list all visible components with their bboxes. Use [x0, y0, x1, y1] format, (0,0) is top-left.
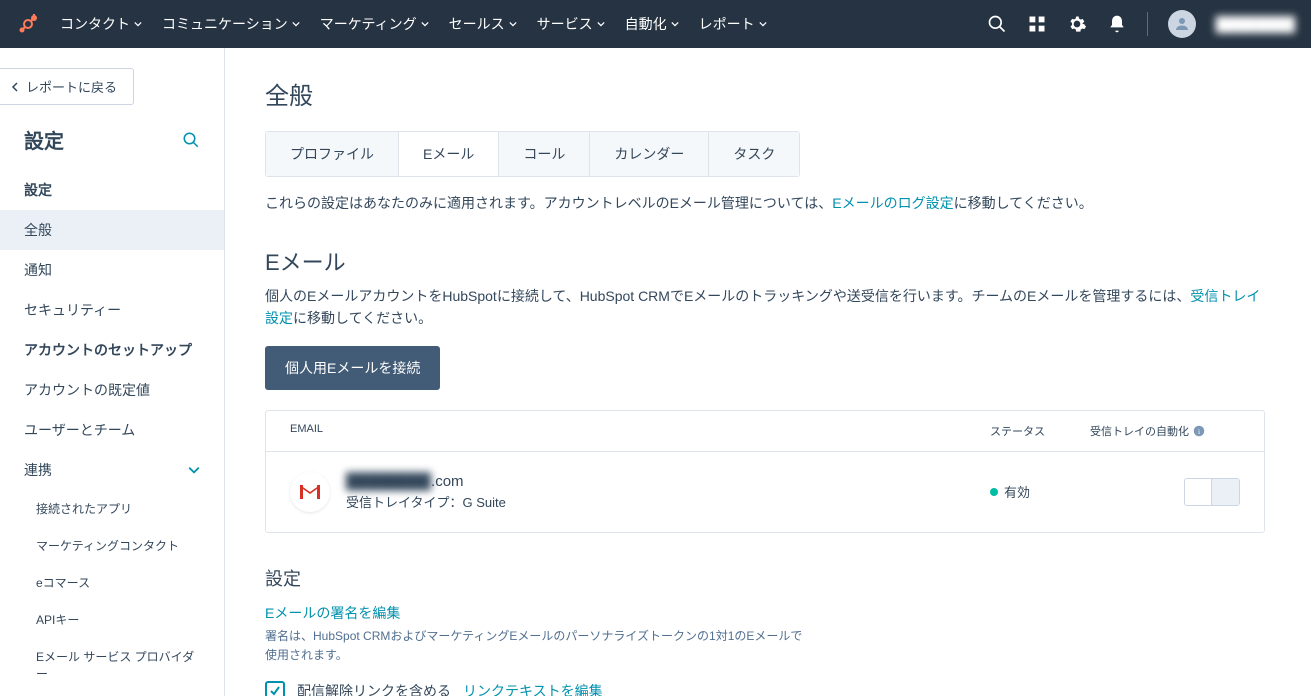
settings-subsection-title: 設定 — [265, 565, 1265, 591]
sidebar-section-settings: 設定 — [0, 170, 224, 210]
sidebar-sub-marketing-contacts[interactable]: マーケティングコンタクト — [0, 527, 224, 564]
check-icon — [269, 685, 281, 696]
sidebar-section-account-setup: アカウントのセットアップ — [0, 330, 224, 370]
email-section-description: 個人のEメールアカウントをHubSpotに接続して、HubSpot CRMでEメ… — [265, 285, 1265, 330]
sidebar-title: 設定 — [24, 125, 64, 154]
chevron-down-icon — [188, 464, 200, 476]
notifications-bell-icon[interactable] — [1107, 14, 1127, 34]
email-address: ████████.com — [346, 473, 990, 490]
sidebar-item-general[interactable]: 全般 — [0, 210, 224, 250]
top-navigation: コンタクト コミュニケーション マーケティング セールス サービス 自動化 レポ… — [0, 0, 1311, 48]
status-cell: 有効 — [990, 482, 1090, 501]
unsubscribe-link-label: 配信解除リンクを含める — [297, 681, 451, 696]
signature-description: 署名は、HubSpot CRMおよびマーケティングEメールのパーソナライズトーク… — [265, 627, 805, 665]
nav-sales[interactable]: セールス — [449, 14, 517, 34]
email-section-title: Eメール — [265, 245, 1265, 277]
nav-reports[interactable]: レポート — [699, 14, 767, 34]
nav-marketing[interactable]: マーケティング — [320, 14, 429, 34]
main-content: 全般 プロファイル Eメール コール カレンダー タスク これらの設定はあなたの… — [225, 48, 1305, 696]
nav-automation[interactable]: 自動化 — [625, 14, 679, 34]
th-status: ステータス — [990, 423, 1090, 439]
search-icon[interactable] — [987, 14, 1007, 34]
email-accounts-table: EMAIL ステータス 受信トレイの自動化 i ████████.com 受信ト… — [265, 410, 1265, 533]
sidebar-item-marketplace-downloads[interactable]: マーケットプレイスでのダウンロード — [0, 692, 224, 696]
sidebar: レポートに戻る 設定 設定 全般 通知 セキュリティー アカウントのセットアップ… — [0, 48, 225, 696]
tab-tasks[interactable]: タスク — [709, 132, 799, 176]
nav-right: ████████ — [987, 10, 1295, 38]
connect-personal-email-button[interactable]: 個人用Eメールを接続 — [265, 346, 440, 390]
page-title: 全般 — [265, 76, 1265, 111]
email-account-row: ████████.com 受信トレイタイプ：G Suite 有効 — [266, 452, 1264, 532]
email-log-settings-link[interactable]: Eメールのログ設定 — [832, 195, 953, 211]
tab-calendar[interactable]: カレンダー — [590, 132, 709, 176]
settings-gear-icon[interactable] — [1067, 14, 1087, 34]
tab-profile[interactable]: プロファイル — [266, 132, 399, 176]
tab-email[interactable]: Eメール — [399, 132, 499, 176]
marketplace-icon[interactable] — [1027, 14, 1047, 34]
tab-description: これらの設定はあなたのみに適用されます。アカウントレベルのEメール管理については… — [265, 193, 1265, 213]
sidebar-sub-api-key[interactable]: APIキー — [0, 601, 224, 638]
th-email: EMAIL — [290, 423, 990, 439]
hubspot-logo-icon[interactable] — [16, 12, 40, 36]
nav-menu: コンタクト コミュニケーション マーケティング セールス サービス 自動化 レポ… — [60, 14, 987, 34]
user-avatar[interactable] — [1168, 10, 1196, 38]
inbox-type: 受信トレイタイプ：G Suite — [346, 492, 990, 511]
gmail-icon — [290, 472, 330, 512]
svg-text:i: i — [1198, 427, 1200, 436]
th-inbox-automation: 受信トレイの自動化 i — [1090, 423, 1240, 439]
sidebar-sub-email-provider[interactable]: Eメール サービス プロバイダー — [0, 638, 224, 692]
sidebar-sub-connected-apps[interactable]: 接続されたアプリ — [0, 490, 224, 527]
status-dot-icon — [990, 488, 998, 496]
back-to-reports-button[interactable]: レポートに戻る — [0, 68, 134, 105]
edit-email-signature-link[interactable]: Eメールの署名を編集 — [265, 603, 1265, 623]
sidebar-item-integrations[interactable]: 連携 — [0, 450, 224, 490]
edit-link-text-link[interactable]: リンクテキストを編集 — [463, 681, 603, 696]
sidebar-item-users-teams[interactable]: ユーザーとチーム — [0, 410, 224, 450]
nav-communication[interactable]: コミュニケーション — [162, 14, 300, 34]
info-icon[interactable]: i — [1193, 425, 1205, 437]
sidebar-item-security[interactable]: セキュリティー — [0, 290, 224, 330]
inbox-automation-toggle[interactable] — [1184, 478, 1240, 506]
nav-service[interactable]: サービス — [537, 14, 605, 34]
sidebar-sub-ecommerce[interactable]: eコマース — [0, 564, 224, 601]
sidebar-item-account-defaults[interactable]: アカウントの既定値 — [0, 370, 224, 410]
nav-contacts[interactable]: コンタクト — [60, 14, 142, 34]
account-name[interactable]: ████████ — [1216, 16, 1295, 32]
sidebar-search-icon[interactable] — [182, 131, 200, 149]
unsubscribe-link-checkbox[interactable] — [265, 681, 285, 696]
sidebar-item-notifications[interactable]: 通知 — [0, 250, 224, 290]
tab-call[interactable]: コール — [499, 132, 590, 176]
divider — [1147, 12, 1148, 36]
tabs: プロファイル Eメール コール カレンダー タスク — [265, 131, 800, 177]
